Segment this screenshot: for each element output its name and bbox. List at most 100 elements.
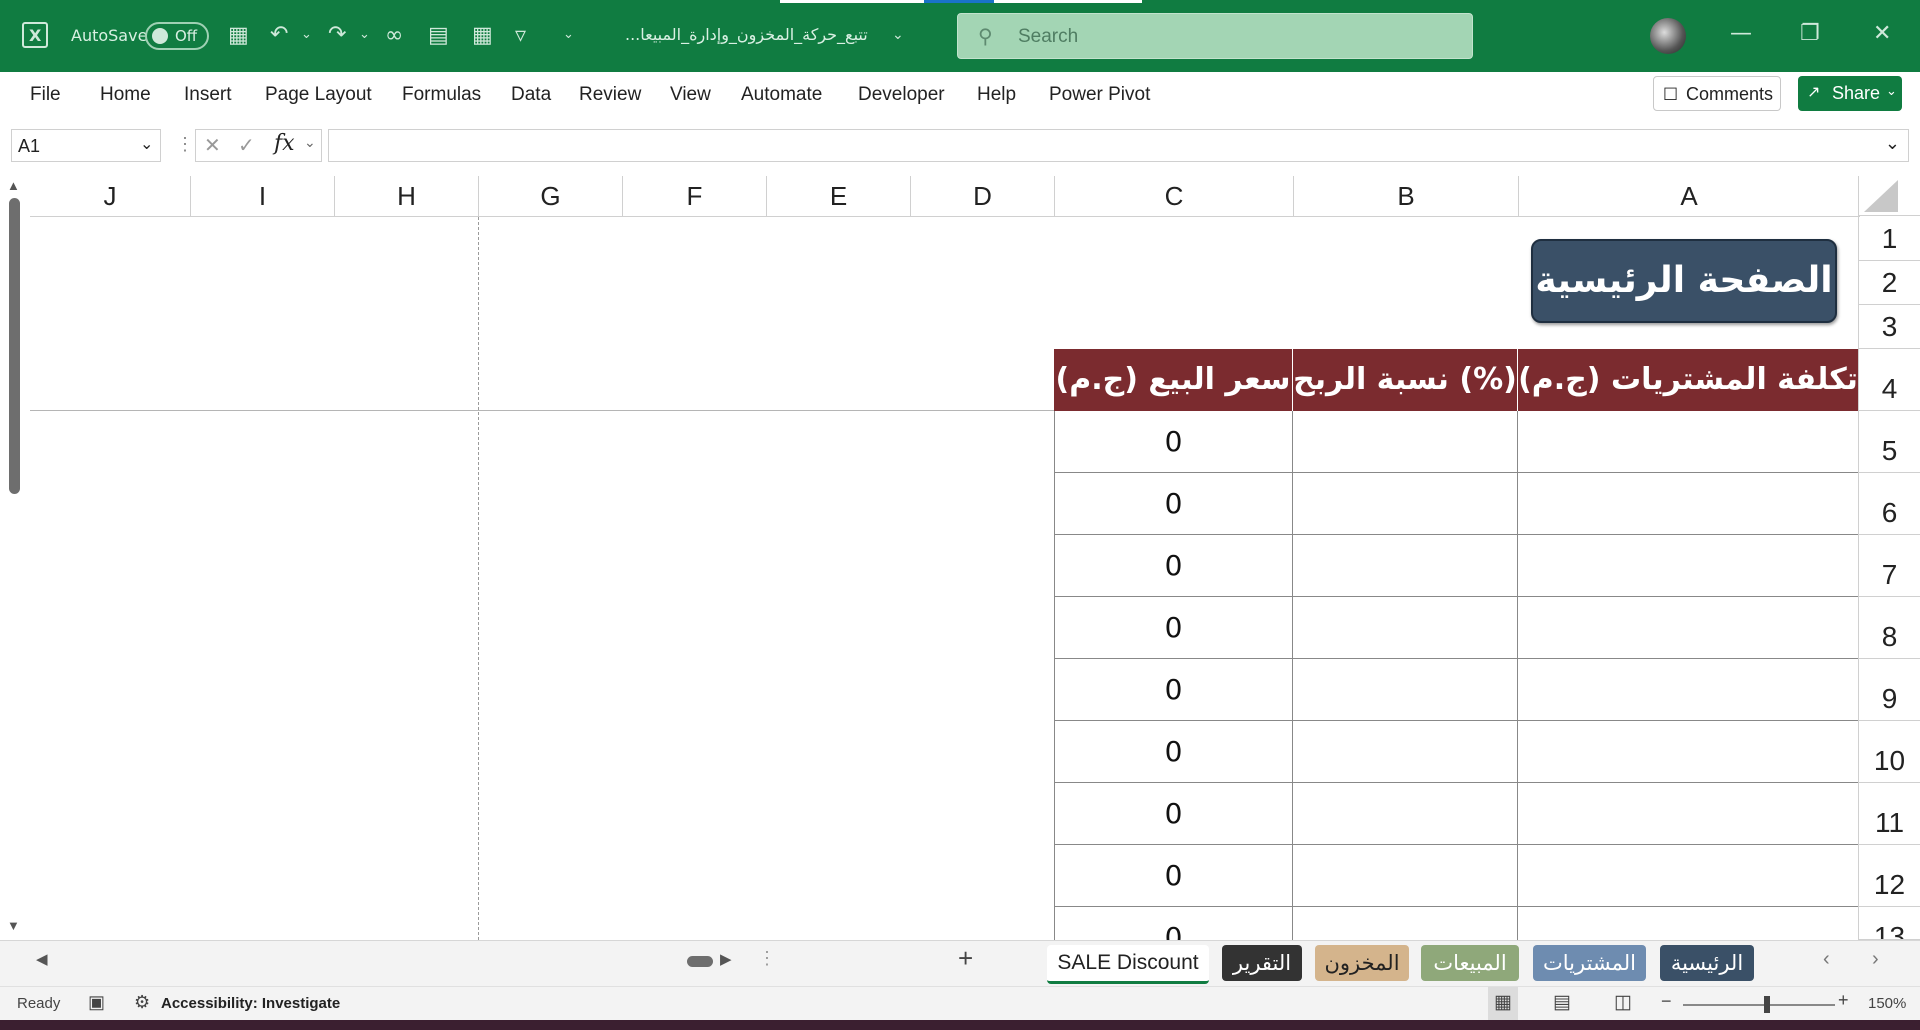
cell-a9[interactable]	[1518, 659, 1858, 721]
tab-data[interactable]: Data	[511, 84, 551, 106]
cell-b6[interactable]	[1293, 473, 1518, 535]
macro-recording-icon[interactable]: ▣	[88, 992, 105, 1013]
restore-icon[interactable]: ❐	[1800, 23, 1820, 45]
tab-page-layout[interactable]: Page Layout	[265, 84, 372, 106]
column-header-a[interactable]: A	[1518, 176, 1859, 216]
column-header-h[interactable]: H	[334, 176, 478, 216]
row-header-8[interactable]: 8	[1858, 597, 1920, 659]
home-page-button[interactable]: الصفحة الرئيسية	[1531, 239, 1837, 323]
horizontal-scrollbar-thumb[interactable]	[687, 956, 713, 967]
cell-a8[interactable]	[1518, 597, 1858, 659]
hscroll-right-icon[interactable]: ▶	[720, 950, 732, 968]
cell-c10[interactable]: 0	[1055, 721, 1293, 783]
undo-dropdown-icon[interactable]: ⌄	[301, 28, 312, 41]
tab-review[interactable]: Review	[579, 84, 641, 106]
excel-logo-icon[interactable]: X	[22, 22, 48, 48]
cell-b11[interactable]	[1293, 783, 1518, 845]
cell-b13[interactable]	[1293, 907, 1518, 940]
row-header-9[interactable]: 9	[1858, 659, 1920, 721]
row-header-6[interactable]: 6	[1858, 473, 1920, 535]
cell-a11[interactable]	[1518, 783, 1858, 845]
formula-input[interactable]: ⌄	[328, 129, 1909, 162]
cell-b12[interactable]	[1293, 845, 1518, 907]
user-avatar[interactable]	[1650, 18, 1686, 54]
tab-split-grip-icon[interactable]: ⋮	[758, 948, 776, 969]
name-box-dropdown-icon[interactable]: ⌄	[140, 134, 153, 154]
undo-icon[interactable]: ↶	[270, 24, 288, 46]
column-header-e[interactable]: E	[766, 176, 910, 216]
cell-c12[interactable]: 0	[1055, 845, 1293, 907]
close-icon[interactable]: ✕	[1873, 23, 1891, 45]
cell-c9[interactable]: 0	[1055, 659, 1293, 721]
insert-function-icon[interactable]: fx	[274, 131, 295, 156]
page-layout-view-icon[interactable]: ▤	[1553, 991, 1571, 1014]
row-header-3[interactable]: 3	[1858, 305, 1920, 349]
accessibility-icon[interactable]: ⚙	[134, 992, 150, 1013]
cell-a12[interactable]	[1518, 845, 1858, 907]
sheet-tab-inventory[interactable]: المخزون	[1315, 945, 1409, 981]
scroll-up-icon[interactable]: ▲	[7, 178, 20, 193]
column-header-j[interactable]: J	[30, 176, 190, 216]
sheet-tab-purchases[interactable]: المشتريات	[1533, 945, 1646, 981]
sheet-tab-home[interactable]: الرئيسية	[1660, 945, 1754, 981]
comments-button[interactable]: □ Comments	[1653, 76, 1781, 111]
tab-formulas[interactable]: Formulas	[402, 84, 481, 106]
column-header-c[interactable]: C	[1054, 176, 1293, 216]
zoom-level[interactable]: 150%	[1868, 995, 1906, 1012]
sheet-tab-sale-discount[interactable]: SALE Discount	[1047, 945, 1209, 984]
tab-insert[interactable]: Insert	[184, 84, 232, 106]
row-header-1[interactable]: 1	[1858, 217, 1920, 261]
tab-power-pivot[interactable]: Power Pivot	[1049, 84, 1150, 106]
cell-a5[interactable]	[1518, 411, 1858, 473]
cell-a6[interactable]	[1518, 473, 1858, 535]
autosave-toggle[interactable]: Off	[145, 22, 209, 50]
tab-file[interactable]: File	[30, 84, 61, 106]
form-icon[interactable]: ▤	[428, 25, 449, 47]
row-header-4[interactable]: 4	[1858, 349, 1920, 411]
cell-a10[interactable]	[1518, 721, 1858, 783]
cell-c7[interactable]: 0	[1055, 535, 1293, 597]
zoom-slider-thumb[interactable]	[1764, 996, 1770, 1013]
redo-dropdown-icon[interactable]: ⌄	[359, 28, 370, 41]
row-header-10[interactable]: 10	[1858, 721, 1920, 783]
vertical-scrollbar-thumb[interactable]	[9, 198, 20, 494]
page-break-view-icon[interactable]: ◫	[1614, 991, 1632, 1014]
customize-toolbar-icon[interactable]: ⌄	[563, 28, 574, 41]
insert-function-dropdown-icon[interactable]: ⌄	[304, 134, 316, 151]
link-icon[interactable]: ∞	[385, 25, 403, 47]
save-icon[interactable]: ▦	[228, 25, 249, 47]
row-header-12[interactable]: 12	[1858, 845, 1920, 907]
zoom-slider-track[interactable]	[1683, 1004, 1835, 1006]
table-icon[interactable]: ▦	[472, 25, 493, 47]
cancel-icon[interactable]: ✕	[204, 133, 221, 158]
zoom-in-icon[interactable]: +	[1838, 990, 1849, 1011]
cell-b7[interactable]	[1293, 535, 1518, 597]
cell-a7[interactable]	[1518, 535, 1858, 597]
filter-clear-icon[interactable]: ▿	[515, 25, 526, 47]
redo-icon[interactable]: ↷	[328, 24, 346, 46]
cell-c11[interactable]: 0	[1055, 783, 1293, 845]
cell-c13[interactable]: 0	[1055, 907, 1293, 940]
enter-icon[interactable]: ✓	[238, 133, 255, 158]
column-header-i[interactable]: I	[190, 176, 334, 216]
expand-formula-bar-icon[interactable]: ⌄	[1885, 133, 1900, 154]
row-header-2[interactable]: 2	[1858, 261, 1920, 305]
tab-home[interactable]: Home	[100, 84, 151, 106]
hscroll-left-icon[interactable]: ◀	[36, 950, 48, 968]
cell-c5[interactable]: 0	[1055, 411, 1293, 473]
minimize-icon[interactable]: —	[1730, 23, 1752, 45]
name-box[interactable]: A1 ⌄	[11, 129, 161, 162]
file-name[interactable]: تتبع_حركة_المخزون_وإدارة_المبيعا...	[625, 25, 868, 44]
row-header-11[interactable]: 11	[1858, 783, 1920, 845]
tab-developer[interactable]: Developer	[858, 84, 945, 106]
cell-b9[interactable]	[1293, 659, 1518, 721]
row-header-13[interactable]: 13	[1858, 907, 1920, 940]
row-header-7[interactable]: 7	[1858, 535, 1920, 597]
file-name-dropdown-icon[interactable]: ⌄	[892, 28, 904, 42]
row-header-5[interactable]: 5	[1858, 411, 1920, 473]
tab-scroll-right-icon[interactable]: ›	[1872, 948, 1879, 971]
column-header-d[interactable]: D	[910, 176, 1054, 216]
column-header-f[interactable]: F	[622, 176, 766, 216]
scroll-down-icon[interactable]: ▼	[7, 918, 20, 933]
tab-view[interactable]: View	[670, 84, 711, 106]
